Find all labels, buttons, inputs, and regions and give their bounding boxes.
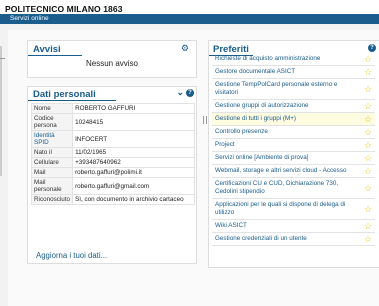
preferiti-panel: Preferiti ? Richieste di acquisto ammini… xyxy=(203,40,379,268)
favorite-item[interactable]: Gestione gruppi di autorizzazione ☆ xyxy=(212,100,375,113)
field-label: Riconosciuto xyxy=(30,194,74,205)
favorite-item[interactable]: Controllo presenze ☆ xyxy=(212,126,375,139)
favorite-item[interactable]: Project ☆ xyxy=(212,139,375,152)
table-row: Codice persona 10248415 xyxy=(30,113,195,131)
drag-handle-icon[interactable] xyxy=(203,116,207,124)
favorite-item-label[interactable]: Webmail, storage e altri servizi cloud -… xyxy=(212,165,361,177)
field-label: Codice persona xyxy=(30,113,74,131)
field-value: +393487640962 xyxy=(72,157,195,168)
dati-title: Dati personali xyxy=(33,89,96,100)
favorite-item-label[interactable]: Servizi online [Ambiente di prova] xyxy=(212,152,361,164)
preferiti-list: Richieste di acquisto amministrazione ☆ Ge… xyxy=(203,53,375,246)
favorite-item-label[interactable]: Gestore documentale ASICT xyxy=(212,66,361,78)
favorite-item[interactable]: Gestione credenziali di un utente ☆ xyxy=(212,233,375,246)
chevron-down-icon[interactable]: ⌄ xyxy=(176,87,184,98)
left-edge-marker xyxy=(0,46,2,176)
favorite-item[interactable]: Webmail, storage e altri servizi cloud -… xyxy=(212,165,375,178)
field-value: roberto.gaffuri@polimi.it xyxy=(72,167,195,178)
favorite-item[interactable]: Wiki ASICT ☆ xyxy=(212,220,375,233)
star-icon[interactable]: ☆ xyxy=(361,140,375,151)
dati-personali-panel: Dati personali ⌄ ? Nome ROBERTO GAFFURI Co… xyxy=(27,86,197,264)
favorite-item[interactable]: Gestore documentale ASICT ☆ xyxy=(212,66,375,79)
favorite-item[interactable]: Richieste di acquisto amministrazione ☆ xyxy=(212,53,375,66)
subnav-label[interactable]: Servizi online xyxy=(10,15,49,22)
star-icon[interactable]: ☆ xyxy=(361,204,375,215)
field-label: Nato il xyxy=(30,147,74,158)
star-icon[interactable]: ☆ xyxy=(361,234,375,245)
favorite-item[interactable]: Servizi online [Ambiente di prova] ☆ xyxy=(212,152,375,165)
avvisi-title-underline xyxy=(28,55,82,56)
star-icon[interactable]: ☆ xyxy=(361,183,375,194)
star-icon[interactable]: ☆ xyxy=(361,221,375,232)
field-label: Mail xyxy=(30,167,74,178)
table-row: Nome ROBERTO GAFFURI xyxy=(30,103,195,114)
dati-title-underline xyxy=(28,100,116,101)
favorite-item-label[interactable]: Wiki ASICT xyxy=(212,220,361,232)
field-value: 10248415 xyxy=(72,113,195,131)
update-data-link[interactable]: Aggiorna i tuoi dati... xyxy=(36,251,107,260)
star-icon[interactable]: ☆ xyxy=(361,67,375,78)
table-row: Mail personale roberto.gaffuri@gmail.com xyxy=(30,177,195,195)
favorite-item-label[interactable]: Applicazioni per le quali si dispone di … xyxy=(212,199,361,219)
table-row: Riconosciuto Sì, con documento in archivi… xyxy=(30,194,195,205)
field-value: ROBERTO GAFFURI xyxy=(72,103,195,114)
avvisi-title: Avvisi xyxy=(33,44,61,55)
favorite-item[interactable]: Applicazioni per le quali si dispone di … xyxy=(212,199,375,220)
question-icon[interactable]: ? xyxy=(368,44,376,52)
favorite-item-label[interactable]: Gestione di tutti i gruppi (M+) xyxy=(212,113,361,125)
avvisi-message: Nessun avviso xyxy=(85,59,139,68)
table-row: Identità SPID INFOCERT xyxy=(30,130,195,148)
field-label[interactable]: Identità SPID xyxy=(30,130,74,148)
question-icon[interactable]: ? xyxy=(186,89,194,97)
star-icon[interactable]: ☆ xyxy=(361,153,375,164)
favorite-item[interactable]: Certificazioni CU e CUD, Dichiarazione 7… xyxy=(212,178,375,199)
favorite-item-label[interactable]: Gestione credenziali di un utente xyxy=(212,233,361,245)
subnav-bar: Servizi online xyxy=(0,14,379,24)
favorite-item-label[interactable]: Controllo presenze xyxy=(212,126,361,138)
favorite-item[interactable]: Gestione di tutti i gruppi (M+) ☆ xyxy=(203,113,375,126)
field-value: 11/02/1965 xyxy=(72,147,195,158)
table-row: Mail roberto.gaffuri@polimi.it xyxy=(30,167,195,178)
star-icon[interactable]: ☆ xyxy=(361,54,375,65)
favorite-item-label[interactable]: Gestione gruppi di autorizzazione xyxy=(212,100,361,112)
brand-logo[interactable]: POLITECNICO MILANO 1863 xyxy=(5,4,123,14)
top-bar: POLITECNICO MILANO 1863 Servizi online xyxy=(0,0,379,24)
field-value: INFOCERT xyxy=(72,130,195,148)
star-icon[interactable]: ☆ xyxy=(361,84,375,95)
star-icon[interactable]: ☆ xyxy=(361,166,375,177)
field-label: Nome xyxy=(30,103,74,114)
field-value: roberto.gaffuri@gmail.com xyxy=(72,177,195,195)
left-edge-tick xyxy=(0,58,5,59)
avvisi-panel: Avvisi ⚙ Nessun avviso xyxy=(27,40,197,78)
favorite-item[interactable]: Gestione TempPolCard personale esterno e… xyxy=(212,79,375,100)
field-value: Sì, con documento in archivio cartaceo xyxy=(72,194,195,205)
dati-table: Nome ROBERTO GAFFURI Codice persona 1024841… xyxy=(30,103,195,205)
table-row: Nato il 11/02/1965 xyxy=(30,147,195,158)
table-row: Cellulare +393487640962 xyxy=(30,157,195,168)
favorite-item-label[interactable]: Certificazioni CU e CUD, Dichiarazione 7… xyxy=(212,178,361,198)
field-label: Cellulare xyxy=(30,157,74,168)
gear-icon[interactable]: ⚙ xyxy=(181,43,189,54)
field-label: Mail personale xyxy=(30,177,74,195)
star-icon[interactable]: ☆ xyxy=(361,127,375,138)
star-icon[interactable]: ☆ xyxy=(361,114,375,125)
star-icon[interactable]: ☆ xyxy=(361,101,375,112)
favorite-item-label[interactable]: Gestione TempPolCard personale esterno e… xyxy=(212,79,361,99)
favorite-item-label[interactable]: Richieste di acquisto amministrazione xyxy=(212,53,361,65)
favorite-item-label[interactable]: Project xyxy=(212,139,361,151)
